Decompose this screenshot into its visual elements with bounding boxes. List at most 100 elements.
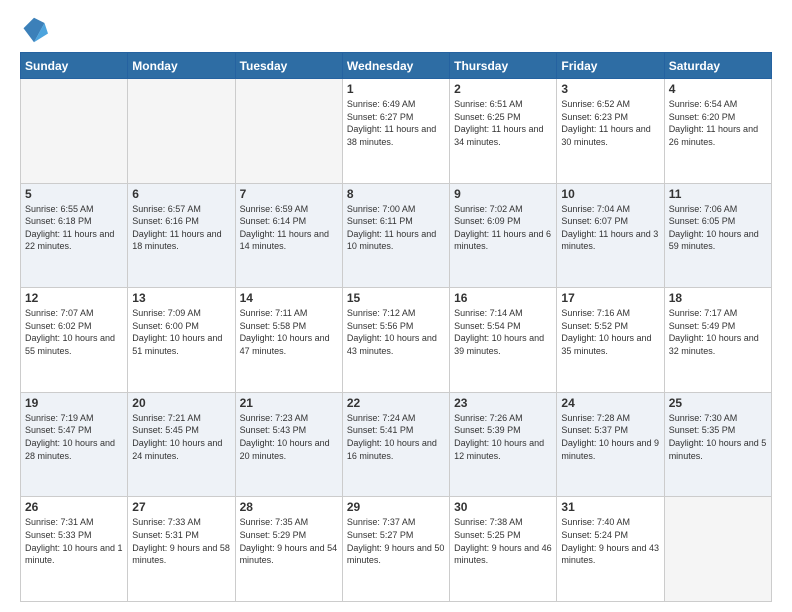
calendar-cell: 5Sunrise: 6:55 AMSunset: 6:18 PMDaylight… [21, 183, 128, 288]
day-info: Sunrise: 6:49 AMSunset: 6:27 PMDaylight:… [347, 98, 445, 148]
day-number: 19 [25, 396, 123, 410]
day-number: 10 [561, 187, 659, 201]
calendar-week-2: 12 Sunrise: 7:07 AMSunset: 6:02 PMDayligh… [21, 288, 772, 393]
calendar-cell: 12 Sunrise: 7:07 AMSunset: 6:02 PMDayligh… [21, 288, 128, 393]
day-info: Sunrise: 7:26 AMSunset: 5:39 PMDaylight:… [454, 412, 552, 462]
day-number: 12 [25, 291, 123, 305]
calendar-cell: 25 Sunrise: 7:30 AMSunset: 5:35 PMDayligh… [664, 392, 771, 497]
day-info: Sunrise: 6:51 AMSunset: 6:25 PMDaylight:… [454, 98, 552, 148]
weekday-header-tuesday: Tuesday [235, 53, 342, 79]
day-number: 6 [132, 187, 230, 201]
day-info: Sunrise: 7:38 AMSunset: 5:25 PMDaylight:… [454, 516, 552, 566]
calendar-cell: 30 Sunrise: 7:38 AMSunset: 5:25 PMDayligh… [450, 497, 557, 602]
calendar-cell: 28 Sunrise: 7:35 AMSunset: 5:29 PMDayligh… [235, 497, 342, 602]
day-info: Sunrise: 7:11 AMSunset: 5:58 PMDaylight:… [240, 307, 338, 357]
calendar-cell: 7Sunrise: 6:59 AMSunset: 6:14 PMDaylight… [235, 183, 342, 288]
day-info: Sunrise: 6:54 AMSunset: 6:20 PMDaylight:… [669, 98, 767, 148]
logo-icon [20, 16, 48, 44]
day-number: 26 [25, 500, 123, 514]
weekday-header-sunday: Sunday [21, 53, 128, 79]
day-info: Sunrise: 7:24 AMSunset: 5:41 PMDaylight:… [347, 412, 445, 462]
calendar-cell: 31Sunrise: 7:40 AMSunset: 5:24 PMDayligh… [557, 497, 664, 602]
calendar-cell: 19 Sunrise: 7:19 AMSunset: 5:47 PMDayligh… [21, 392, 128, 497]
weekday-header-row: SundayMondayTuesdayWednesdayThursdayFrid… [21, 53, 772, 79]
day-info: Sunrise: 7:40 AMSunset: 5:24 PMDaylight:… [561, 516, 659, 566]
calendar-cell: 27 Sunrise: 7:33 AMSunset: 5:31 PMDayligh… [128, 497, 235, 602]
calendar-cell: 1 Sunrise: 6:49 AMSunset: 6:27 PMDaylight… [342, 79, 449, 184]
day-number: 8 [347, 187, 445, 201]
day-info: Sunrise: 7:37 AMSunset: 5:27 PMDaylight:… [347, 516, 445, 566]
page: SundayMondayTuesdayWednesdayThursdayFrid… [0, 0, 792, 612]
day-number: 28 [240, 500, 338, 514]
day-info: Sunrise: 7:16 AMSunset: 5:52 PMDaylight:… [561, 307, 659, 357]
calendar-week-1: 5Sunrise: 6:55 AMSunset: 6:18 PMDaylight… [21, 183, 772, 288]
calendar-cell: 9 Sunrise: 7:02 AMSunset: 6:09 PMDaylight… [450, 183, 557, 288]
day-number: 2 [454, 82, 552, 96]
day-number: 13 [132, 291, 230, 305]
day-info: Sunrise: 7:21 AMSunset: 5:45 PMDaylight:… [132, 412, 230, 462]
calendar-cell: 22 Sunrise: 7:24 AMSunset: 5:41 PMDayligh… [342, 392, 449, 497]
calendar-cell: 3Sunrise: 6:52 AMSunset: 6:23 PMDaylight… [557, 79, 664, 184]
calendar-cell: 23 Sunrise: 7:26 AMSunset: 5:39 PMDayligh… [450, 392, 557, 497]
weekday-header-thursday: Thursday [450, 53, 557, 79]
calendar-cell: 13 Sunrise: 7:09 AMSunset: 6:00 PMDayligh… [128, 288, 235, 393]
calendar-cell: 15 Sunrise: 7:12 AMSunset: 5:56 PMDayligh… [342, 288, 449, 393]
day-info: Sunrise: 7:12 AMSunset: 5:56 PMDaylight:… [347, 307, 445, 357]
day-number: 25 [669, 396, 767, 410]
day-number: 1 [347, 82, 445, 96]
calendar-cell: 29 Sunrise: 7:37 AMSunset: 5:27 PMDayligh… [342, 497, 449, 602]
day-info: Sunrise: 7:02 AMSunset: 6:09 PMDaylight:… [454, 203, 552, 253]
day-number: 21 [240, 396, 338, 410]
day-info: Sunrise: 7:06 AMSunset: 6:05 PMDaylight:… [669, 203, 767, 253]
calendar-cell [21, 79, 128, 184]
day-number: 16 [454, 291, 552, 305]
day-number: 22 [347, 396, 445, 410]
header [20, 16, 772, 44]
weekday-header-friday: Friday [557, 53, 664, 79]
day-number: 27 [132, 500, 230, 514]
calendar-cell: 6 Sunrise: 6:57 AMSunset: 6:16 PMDaylight… [128, 183, 235, 288]
day-number: 5 [25, 187, 123, 201]
day-number: 23 [454, 396, 552, 410]
calendar-cell: 11 Sunrise: 7:06 AMSunset: 6:05 PMDayligh… [664, 183, 771, 288]
day-info: Sunrise: 6:59 AMSunset: 6:14 PMDaylight:… [240, 203, 338, 253]
day-number: 29 [347, 500, 445, 514]
day-number: 30 [454, 500, 552, 514]
calendar-table: SundayMondayTuesdayWednesdayThursdayFrid… [20, 52, 772, 602]
calendar-cell: 21 Sunrise: 7:23 AMSunset: 5:43 PMDayligh… [235, 392, 342, 497]
day-info: Sunrise: 7:31 AMSunset: 5:33 PMDaylight:… [25, 516, 123, 566]
day-number: 11 [669, 187, 767, 201]
calendar-cell: 4Sunrise: 6:54 AMSunset: 6:20 PMDaylight… [664, 79, 771, 184]
calendar-cell: 24Sunrise: 7:28 AMSunset: 5:37 PMDayligh… [557, 392, 664, 497]
day-info: Sunrise: 6:57 AMSunset: 6:16 PMDaylight:… [132, 203, 230, 253]
day-info: Sunrise: 7:09 AMSunset: 6:00 PMDaylight:… [132, 307, 230, 357]
calendar-cell [664, 497, 771, 602]
logo [20, 16, 52, 44]
day-number: 18 [669, 291, 767, 305]
calendar-cell: 18Sunrise: 7:17 AMSunset: 5:49 PMDayligh… [664, 288, 771, 393]
day-info: Sunrise: 7:14 AMSunset: 5:54 PMDaylight:… [454, 307, 552, 357]
calendar-cell [128, 79, 235, 184]
day-info: Sunrise: 7:19 AMSunset: 5:47 PMDaylight:… [25, 412, 123, 462]
day-number: 17 [561, 291, 659, 305]
day-number: 3 [561, 82, 659, 96]
calendar-cell: 2 Sunrise: 6:51 AMSunset: 6:25 PMDaylight… [450, 79, 557, 184]
calendar-cell: 16 Sunrise: 7:14 AMSunset: 5:54 PMDayligh… [450, 288, 557, 393]
weekday-header-saturday: Saturday [664, 53, 771, 79]
calendar-week-4: 26 Sunrise: 7:31 AMSunset: 5:33 PMDayligh… [21, 497, 772, 602]
calendar-cell: 14 Sunrise: 7:11 AMSunset: 5:58 PMDayligh… [235, 288, 342, 393]
day-number: 24 [561, 396, 659, 410]
calendar-cell [235, 79, 342, 184]
day-number: 14 [240, 291, 338, 305]
day-number: 9 [454, 187, 552, 201]
day-info: Sunrise: 7:07 AMSunset: 6:02 PMDaylight:… [25, 307, 123, 357]
day-number: 15 [347, 291, 445, 305]
weekday-header-monday: Monday [128, 53, 235, 79]
day-info: Sunrise: 7:23 AMSunset: 5:43 PMDaylight:… [240, 412, 338, 462]
day-info: Sunrise: 7:30 AMSunset: 5:35 PMDaylight:… [669, 412, 767, 462]
day-info: Sunrise: 7:35 AMSunset: 5:29 PMDaylight:… [240, 516, 338, 566]
calendar-cell: 17 Sunrise: 7:16 AMSunset: 5:52 PMDayligh… [557, 288, 664, 393]
calendar-week-0: 1 Sunrise: 6:49 AMSunset: 6:27 PMDaylight… [21, 79, 772, 184]
day-info: Sunrise: 7:33 AMSunset: 5:31 PMDaylight:… [132, 516, 230, 566]
calendar-week-3: 19 Sunrise: 7:19 AMSunset: 5:47 PMDayligh… [21, 392, 772, 497]
